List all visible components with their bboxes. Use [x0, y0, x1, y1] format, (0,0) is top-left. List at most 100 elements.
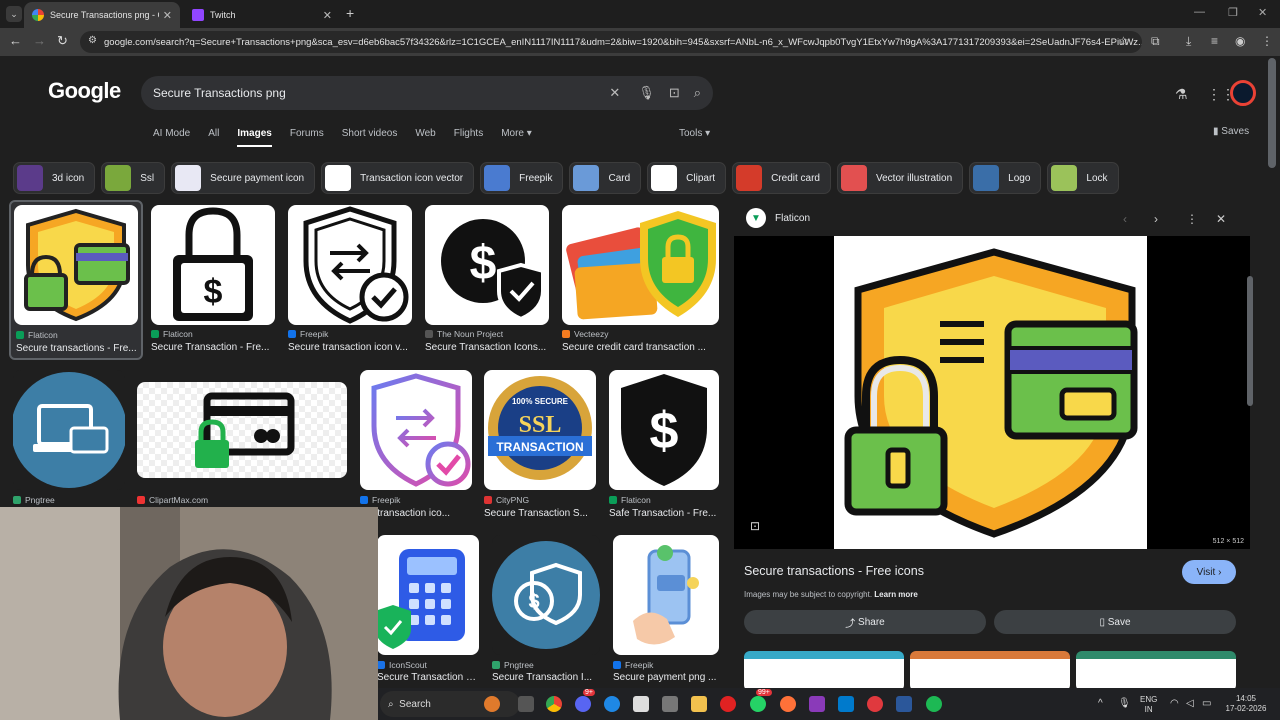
google-logo[interactable]: Google: [48, 78, 121, 104]
browser-tab-google[interactable]: Secure Transactions png - Goog ✕: [24, 2, 180, 28]
panel-scrollbar[interactable]: [1247, 276, 1253, 406]
saves-button[interactable]: ▮ Saves: [1213, 126, 1249, 137]
discord-icon[interactable]: [575, 696, 591, 712]
task-view-icon[interactable]: [518, 696, 534, 712]
previous-image-icon[interactable]: ‹: [1123, 212, 1127, 226]
reading-list-icon[interactable]: ≡: [1211, 34, 1218, 48]
chip-logo[interactable]: Logo: [969, 162, 1042, 194]
next-image-icon[interactable]: ›: [1154, 212, 1158, 226]
downloads-icon[interactable]: ⤓: [1186, 34, 1191, 49]
back-icon[interactable]: ←: [9, 34, 22, 48]
bookmark-star-icon[interactable]: ☆: [1118, 34, 1129, 48]
tab-web[interactable]: Web: [415, 128, 435, 147]
app-icon[interactable]: [662, 696, 678, 712]
chip-transaction-icon-vector[interactable]: Transaction icon vector: [321, 162, 475, 194]
wifi-icon[interactable]: ◠: [1170, 698, 1179, 709]
tools-button[interactable]: Tools ▾: [679, 128, 710, 139]
tab-more[interactable]: More ▾: [501, 128, 532, 147]
chip-secure-payment-icon[interactable]: Secure payment icon: [171, 162, 316, 194]
chip-clipart[interactable]: Clipart: [647, 162, 727, 194]
image-result[interactable]: IconScout Secure Transaction 3...: [377, 535, 479, 685]
chip-ssl[interactable]: Ssl: [101, 162, 166, 194]
search-icon[interactable]: ⌕: [694, 85, 701, 101]
tab-search-button[interactable]: ⌄: [6, 6, 22, 22]
image-result[interactable]: Vecteezy Secure credit card transaction …: [562, 205, 719, 365]
image-result[interactable]: Flaticon Secure transactions - Fre...: [9, 200, 143, 360]
file-explorer-icon[interactable]: [691, 696, 707, 712]
forward-icon[interactable]: →: [33, 34, 46, 48]
chip-freepik[interactable]: Freepik: [480, 162, 564, 194]
clear-search-icon[interactable]: ✕: [609, 85, 620, 101]
app-red-icon[interactable]: [867, 696, 883, 712]
image-result[interactable]: Freepik Secure transaction icon v...: [288, 205, 412, 365]
show-hidden-icons-icon[interactable]: ^: [1098, 698, 1103, 709]
volume-icon[interactable]: ◁: [1186, 698, 1194, 709]
clock[interactable]: 14:05 17-02-2026: [1223, 694, 1269, 714]
word-icon[interactable]: [896, 696, 912, 712]
image-result[interactable]: $ The Noun Project Secure Transaction Ic…: [425, 205, 549, 365]
browser-menu-icon[interactable]: ⋮: [1261, 34, 1273, 48]
close-window-icon[interactable]: ✕: [1258, 6, 1267, 19]
chip-vector-illustration[interactable]: Vector illustration: [836, 162, 964, 194]
image-result[interactable]: $ Flaticon Secure Transaction - Fre...: [151, 205, 275, 365]
account-avatar[interactable]: [1230, 80, 1256, 106]
tab-flights[interactable]: Flights: [454, 128, 483, 147]
media-app-icon[interactable]: [809, 696, 825, 712]
opera-icon[interactable]: [720, 696, 736, 712]
search-box[interactable]: Secure Transactions png ✕ 🎙 ⊡ ⌕: [141, 76, 713, 110]
store-icon[interactable]: [633, 696, 649, 712]
learn-more-link[interactable]: Learn more: [874, 590, 918, 599]
close-tab-icon[interactable]: ✕: [323, 9, 332, 22]
battery-icon[interactable]: ▭: [1202, 698, 1211, 709]
image-result[interactable]: Pngtree: [13, 370, 125, 530]
language-indicator[interactable]: ENG IN: [1140, 695, 1157, 715]
lens-search-icon[interactable]: ⊡: [669, 85, 680, 101]
image-result[interactable]: 100% SECURE SSL TRANSACTION CityPNG Secure…: [484, 370, 596, 530]
minimize-icon[interactable]: —: [1194, 6, 1205, 18]
edge-icon[interactable]: [604, 696, 620, 712]
tab-images[interactable]: Images: [237, 128, 272, 147]
related-image[interactable]: [910, 651, 1070, 688]
share-button[interactable]: ⤴ Share: [744, 610, 986, 634]
image-result[interactable]: $ Pngtree Secure Transaction I...: [492, 535, 600, 685]
microphone-icon[interactable]: 🎙: [1118, 698, 1131, 709]
browser-tab-twitch[interactable]: Twitch ✕: [184, 2, 340, 28]
visit-button[interactable]: Visit ›: [1182, 560, 1236, 584]
tab-ai-mode[interactable]: AI Mode: [153, 128, 190, 147]
image-result[interactable]: Freepik Secure payment png ...: [613, 535, 719, 685]
image-result[interactable]: Freepik ure transaction ico...: [360, 370, 472, 530]
close-tab-icon[interactable]: ✕: [163, 9, 172, 22]
chip-lock[interactable]: Lock: [1047, 162, 1119, 194]
tab-short-videos[interactable]: Short videos: [342, 128, 398, 147]
whatsapp-icon[interactable]: [750, 696, 766, 712]
tab-all[interactable]: All: [208, 128, 219, 147]
preview-title[interactable]: Secure transactions - Free icons: [744, 564, 924, 578]
chip-card[interactable]: Card: [569, 162, 642, 194]
voice-search-icon[interactable]: 🎙: [638, 85, 655, 101]
vscode-icon[interactable]: [838, 696, 854, 712]
site-info-icon[interactable]: ⚙: [88, 35, 97, 46]
visual-search-icon[interactable]: ⊡: [750, 519, 760, 533]
new-tab-icon[interactable]: +: [346, 5, 354, 21]
chip-credit-card[interactable]: Credit card: [732, 162, 831, 194]
close-preview-icon[interactable]: ✕: [1216, 212, 1226, 226]
chip-3d-icon[interactable]: 3d icon: [13, 162, 96, 194]
chrome-icon[interactable]: [546, 696, 562, 712]
more-options-icon[interactable]: ⋮: [1186, 212, 1198, 226]
labs-flask-icon[interactable]: ⚗: [1175, 86, 1188, 103]
related-image[interactable]: [744, 651, 904, 688]
save-button[interactable]: ▯ Save: [994, 610, 1236, 634]
preview-source[interactable]: ▼ Flaticon: [746, 208, 810, 228]
profile-icon[interactable]: ◉: [1235, 34, 1245, 48]
tab-forums[interactable]: Forums: [290, 128, 324, 147]
spotify-icon[interactable]: [926, 696, 942, 712]
extensions-icon[interactable]: ⧉: [1151, 34, 1160, 49]
firefox-icon[interactable]: [780, 696, 796, 712]
maximize-icon[interactable]: ❐: [1228, 6, 1238, 19]
address-bar[interactable]: google.com/search?q=Secure+Transactions+…: [80, 31, 1142, 53]
image-result[interactable]: $ Flaticon Safe Transaction - Fre...: [609, 370, 719, 530]
search-input[interactable]: Secure Transactions png: [153, 86, 595, 100]
related-image[interactable]: [1076, 651, 1236, 688]
search-highlight-icon[interactable]: [484, 696, 500, 712]
page-scrollbar[interactable]: [1268, 58, 1276, 168]
